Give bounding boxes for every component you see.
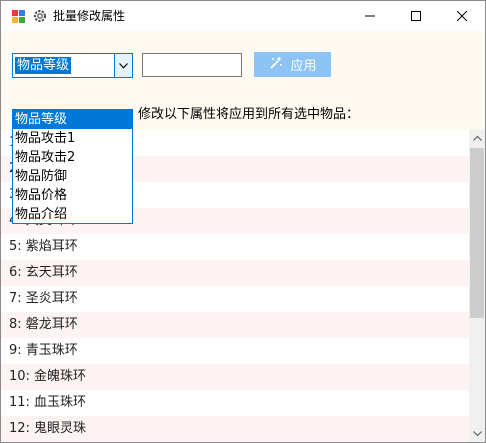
list-scrollbar[interactable] [469, 130, 485, 442]
hint-label: 修改以下属性将应用到所有选中物品： [138, 107, 360, 122]
dropdown-option[interactable]: 物品防御 [13, 167, 132, 186]
batch-edit-window: 批量修改属性 物品等级 应用 修改以下属性将应用到所有选中物品： 5: 紫焰耳环… [0, 0, 486, 443]
magic-wand-icon [268, 55, 284, 75]
minimize-icon [365, 15, 375, 17]
dropdown-option[interactable]: 物品攻击2 [13, 148, 132, 167]
dropdown-option[interactable]: 物品攻击1 [13, 129, 132, 148]
dropdown-option[interactable]: 物品等级 [13, 110, 132, 129]
close-icon [457, 11, 467, 21]
minimize-button[interactable] [347, 1, 393, 31]
client-area: 物品等级 应用 修改以下属性将应用到所有选中物品： 1: 金耳环 2: 银耳环 … [1, 31, 485, 442]
list-item[interactable]: 12: 鬼眼灵珠 [1, 416, 469, 442]
title-bar: 批量修改属性 [1, 1, 485, 31]
list-item[interactable]: 5: 紫焰耳环 [1, 234, 469, 260]
apply-button[interactable]: 应用 [254, 52, 331, 77]
list-item[interactable]: 10: 金魄珠环 [1, 364, 469, 390]
close-button[interactable] [439, 1, 485, 31]
chevron-down-icon[interactable] [114, 54, 132, 77]
scroll-up-icon[interactable] [469, 130, 485, 147]
window-title: 批量修改属性 [53, 9, 126, 23]
dropdown-option[interactable]: 物品价格 [13, 186, 132, 205]
property-combobox-value: 物品等级 [15, 57, 72, 74]
scrollbar-thumb[interactable] [470, 148, 484, 318]
settings-gear-icon [32, 8, 48, 24]
scroll-down-icon[interactable] [469, 425, 485, 442]
dropdown-option[interactable]: 物品介绍 [13, 205, 132, 224]
list-item[interactable]: 9: 青玉珠环 [1, 338, 469, 364]
list-item[interactable]: 7: 圣炎耳环 [1, 286, 469, 312]
maximize-icon [411, 11, 421, 21]
list-item[interactable]: 11: 血玉珠环 [1, 390, 469, 416]
maximize-button[interactable] [393, 1, 439, 31]
app-icon [11, 9, 27, 25]
property-combobox[interactable]: 物品等级 [12, 53, 133, 78]
list-item[interactable]: 8: 磐龙耳环 [1, 312, 469, 338]
value-input[interactable] [142, 53, 242, 77]
property-dropdown-list[interactable]: 物品等级 物品攻击1 物品攻击2 物品防御 物品价格 物品介绍 [12, 109, 133, 224]
list-item[interactable]: 6: 玄天耳环 [1, 260, 469, 286]
apply-button-label: 应用 [290, 59, 317, 74]
